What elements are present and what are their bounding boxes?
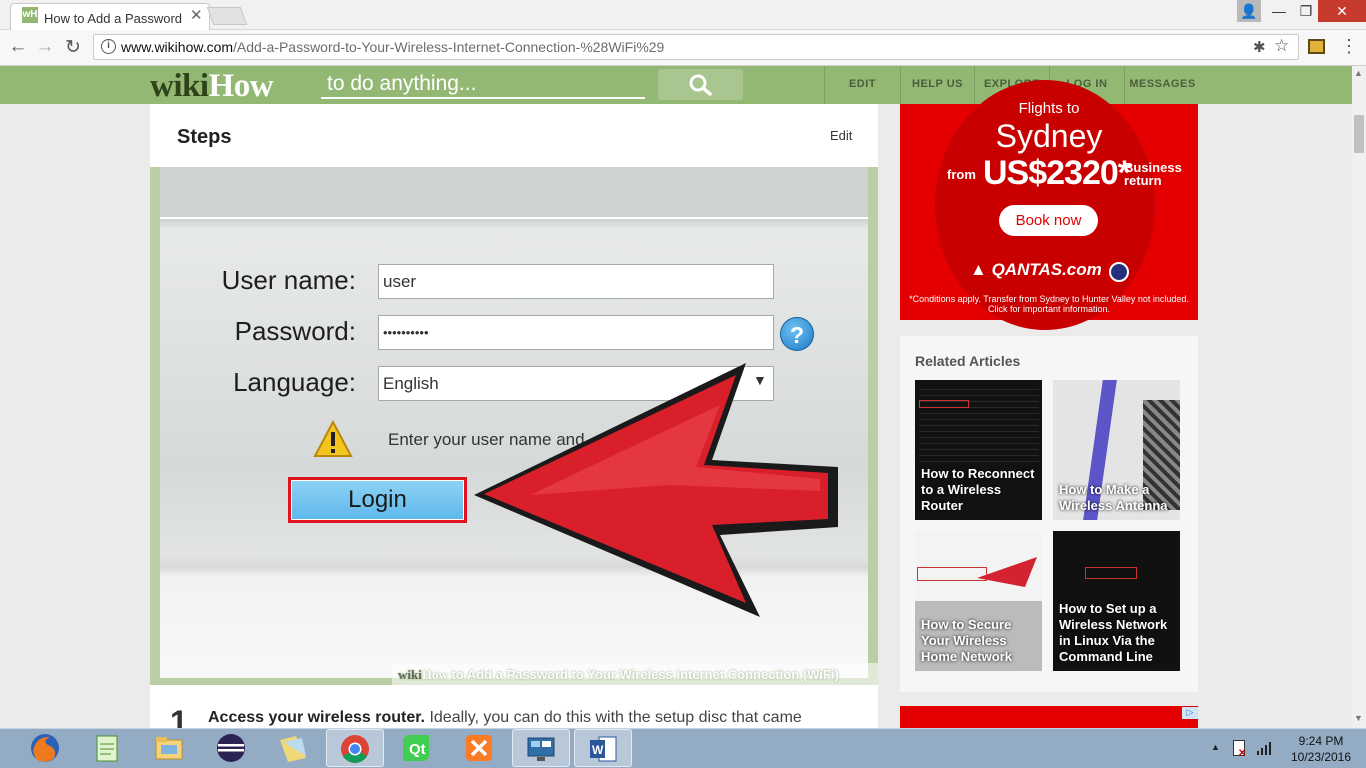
svg-text:W: W [592, 743, 604, 757]
nav-messages[interactable]: MESSAGES [1124, 66, 1200, 104]
address-bar[interactable]: www.wikihow.com/Add-a-Password-to-Your-W… [93, 34, 1299, 60]
restore-button[interactable]: ❐ [1292, 0, 1320, 22]
oneworld-icon [1109, 262, 1129, 282]
clock-date: 10/23/2016 [1290, 750, 1352, 764]
search-input[interactable]: to do anything... [321, 70, 645, 99]
svg-text:Qt: Qt [409, 741, 426, 758]
wikihow-favicon-icon: wH [22, 7, 38, 23]
related-article-card[interactable]: How to Set up a Wireless Network in Linu… [1053, 531, 1180, 671]
help-question-icon: ? [780, 317, 814, 351]
ad-city: Sydney [995, 118, 1103, 154]
steps-heading: Steps [177, 126, 232, 148]
folder-icon[interactable] [264, 729, 322, 767]
forward-arrow-icon[interactable]: → [33, 36, 57, 58]
adchoices-icon[interactable]: ▷ [1182, 707, 1198, 719]
edit-steps-link[interactable]: Edit [830, 128, 852, 143]
related-article-card[interactable]: How to Secure Your Wireless Home Network [915, 531, 1042, 671]
scroll-down-icon[interactable]: ▼ [1354, 713, 1363, 723]
qt-creator-icon[interactable]: Qt [388, 729, 446, 767]
related-articles-heading: Related Articles [915, 353, 1021, 369]
red-pointer-arrow-icon [474, 363, 838, 617]
wikihow-logo[interactable]: wikiHow [150, 68, 274, 105]
ad-price: US$2320* [983, 154, 1131, 192]
related-article-card[interactable]: How to Reconnect to a Wireless Router [915, 380, 1042, 520]
search-button[interactable] [658, 69, 743, 100]
image-header-band [160, 167, 868, 219]
eclipse-icon[interactable] [202, 729, 260, 767]
clock-time: 9:24 PM [1298, 734, 1344, 748]
image-caption: wikiHow to Add a Password to Your Wirele… [392, 663, 878, 685]
site-info-icon[interactable]: i [101, 39, 116, 54]
menu-icon[interactable]: ⋮ [1340, 36, 1358, 57]
ad-conditions: *Conditions apply. Transfer from Sydney … [909, 294, 1189, 314]
image-password-label: Password: [234, 316, 356, 346]
tab-title: How to Add a Password [44, 11, 183, 26]
ad-flights-text: Flights to [1018, 100, 1080, 117]
close-window-button[interactable]: ✕ [1318, 0, 1366, 22]
bookmark-star-icon[interactable]: ☆ [1274, 36, 1289, 56]
page-scrollbar[interactable] [1352, 66, 1366, 728]
action-center-flag-icon[interactable]: ✕ [1233, 740, 1246, 759]
back-arrow-icon[interactable]: ← [6, 36, 30, 58]
puzzle-extension-icon[interactable]: ✱ [1253, 38, 1266, 56]
ad-from: from [947, 167, 976, 182]
nav-help-us[interactable]: HELP US [900, 66, 974, 104]
show-hidden-icons-icon[interactable]: ▲ [1211, 742, 1220, 752]
qantas-logo: ▲ QANTAS.com [970, 260, 1102, 279]
minimize-button[interactable]: — [1265, 0, 1293, 22]
reload-icon[interactable]: ↻ [61, 36, 85, 59]
logo-how: How [208, 68, 274, 104]
image-password-field: •••••••••• [378, 315, 774, 350]
notepadpp-icon[interactable] [78, 729, 136, 767]
xampp-icon[interactable] [450, 729, 508, 767]
image-username-label: User name: [221, 265, 356, 295]
book-now-button[interactable]: Book now [999, 205, 1098, 236]
warning-icon [313, 420, 353, 457]
second-ad[interactable] [900, 706, 1198, 728]
image-language-label: Language: [233, 367, 356, 397]
logo-wiki: wiki [150, 68, 209, 104]
network-signal-icon[interactable] [1256, 740, 1272, 761]
scroll-up-icon[interactable]: ▲ [1354, 68, 1363, 78]
image-login-button: Login [292, 481, 463, 519]
search-icon [689, 74, 712, 96]
image-username-field: user [378, 264, 774, 299]
ad-class: Business return [1124, 160, 1182, 188]
new-tab-button[interactable] [206, 7, 248, 25]
firefox-icon[interactable] [16, 729, 74, 767]
file-explorer-icon[interactable] [140, 729, 198, 767]
system-clock[interactable]: 9:24 PM 10/23/2016 [1276, 733, 1366, 765]
related-article-card[interactable]: How to Make a Wireless Antenna [1053, 380, 1180, 520]
user-profile-icon[interactable]: 👤 [1237, 0, 1261, 22]
url-path: /Add-a-Password-to-Your-Wireless-Interne… [233, 39, 665, 55]
word-icon[interactable]: W [574, 729, 632, 767]
step-text: Access your wireless router. Ideally, yo… [208, 709, 802, 726]
chrome-icon[interactable] [326, 729, 384, 767]
url-domain: www.wikihow.com [121, 39, 234, 55]
tab-close-icon[interactable]: ✕ [190, 6, 203, 24]
extension-icon[interactable] [1308, 39, 1325, 54]
scrollbar-thumb[interactable] [1354, 115, 1364, 153]
remote-desktop-icon[interactable] [512, 729, 570, 767]
nav-edit[interactable]: EDIT [824, 66, 900, 104]
browser-tab[interactable]: How to Add a Password [10, 3, 210, 30]
